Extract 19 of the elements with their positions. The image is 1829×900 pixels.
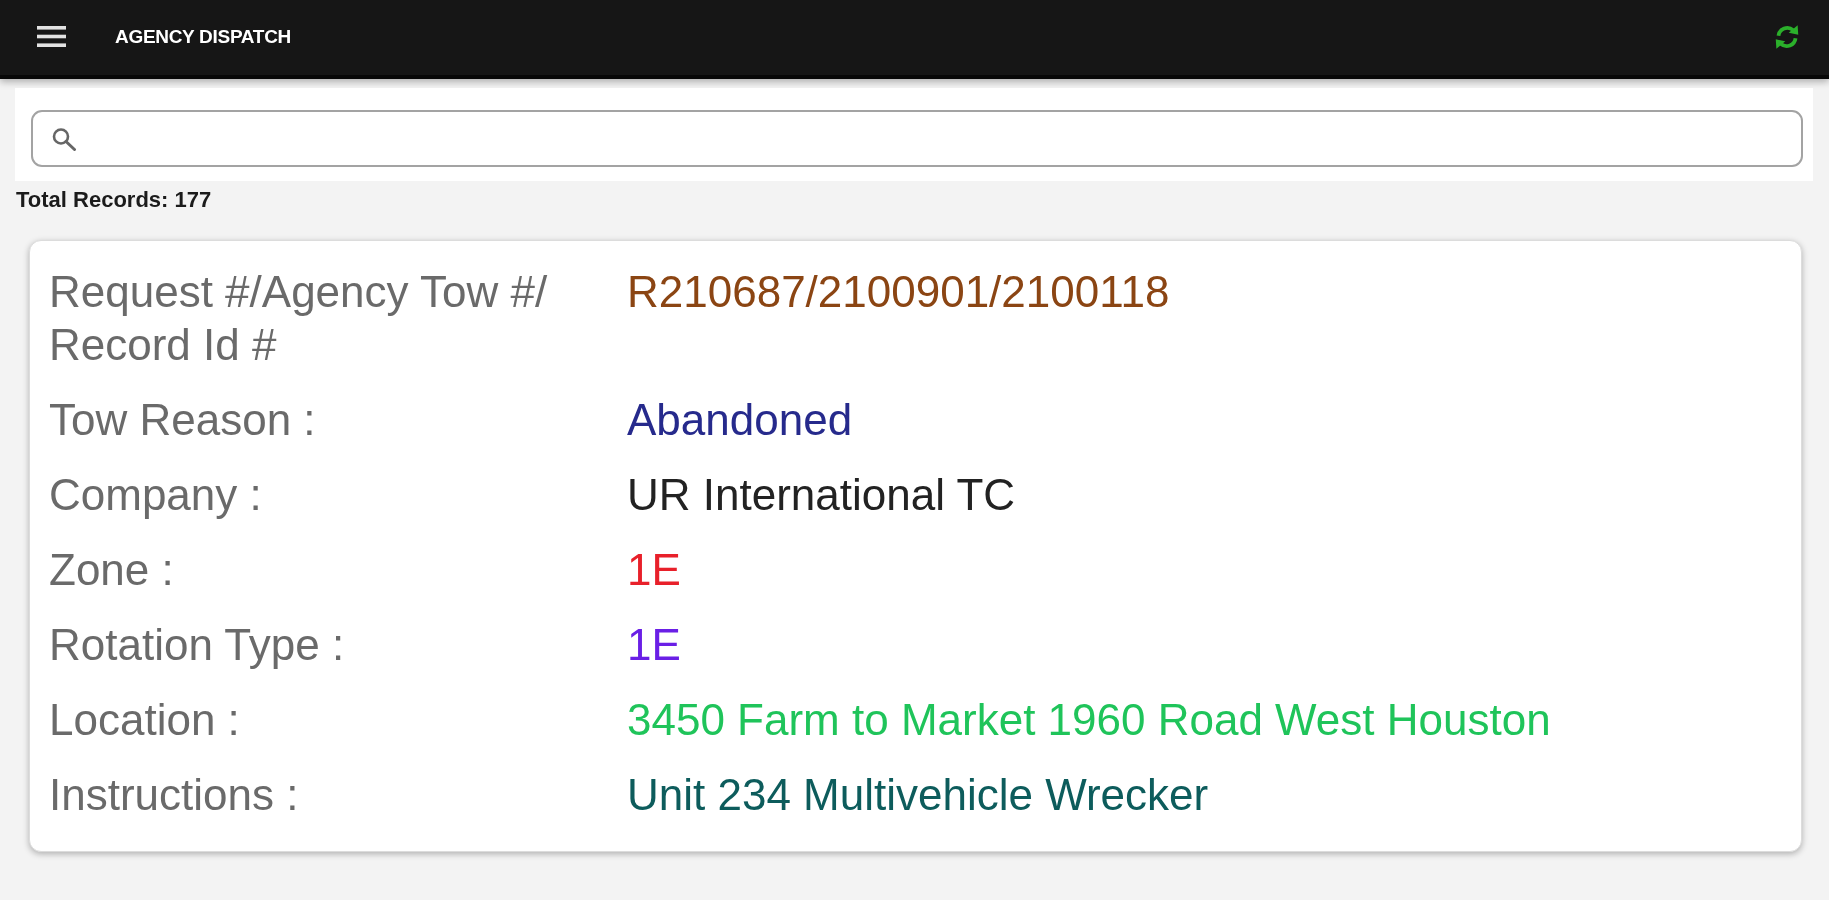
total-records-text: Total Records: 177 <box>16 186 212 214</box>
field-label: Tow Reason : <box>49 394 316 446</box>
field-label: Company : <box>49 469 262 521</box>
field-value: 1E <box>627 619 681 671</box>
app-title: AGENCY DISPATCH <box>115 25 292 48</box>
field-value: UR International TC <box>627 469 1016 521</box>
field-value: 1E <box>627 544 681 596</box>
field-label: Location : <box>49 694 240 746</box>
field-value: 3450 Farm to Market 1960 Road West Houston <box>627 694 1551 746</box>
field-label: Zone : <box>49 544 174 596</box>
field-label: Rotation Type : <box>49 619 345 671</box>
field-label: Instructions : <box>49 769 299 821</box>
field-value: Unit 234 Multivehicle Wrecker <box>627 769 1209 821</box>
search-icon <box>51 126 77 151</box>
field-value: Abandoned <box>627 394 853 446</box>
field-label: Request #/Agency Tow #/ Record Id # <box>49 266 549 371</box>
menu-icon[interactable] <box>37 26 66 47</box>
search-field[interactable] <box>31 110 1803 167</box>
field-value: R210687/2100901/2100118 <box>627 266 1170 318</box>
